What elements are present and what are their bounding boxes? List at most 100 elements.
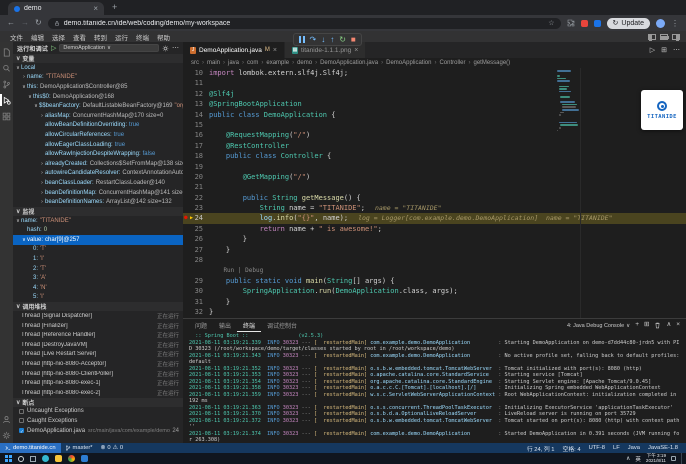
panel-tab[interactable]: 输出 [213, 319, 237, 332]
gutter[interactable]: 12 [183, 89, 209, 99]
code-line[interactable]: 25 return name + " is awesome!"; [183, 224, 686, 234]
problems-item[interactable]: ⊗ 0 ⚠ 0 [97, 445, 128, 451]
code-line[interactable]: 14public class DemoApplication { [183, 110, 686, 120]
breakpoint-checkbox[interactable] [19, 409, 24, 414]
ime-indicator[interactable]: 英 [635, 455, 641, 463]
notification-center-icon[interactable] [671, 456, 676, 461]
code-line[interactable]: 17 @RestController [183, 141, 686, 151]
variable-row[interactable]: allowBeanDefinitionOverriding:true [13, 121, 183, 131]
menu-item[interactable]: 转到 [90, 35, 111, 42]
breadcrumb-item[interactable]: main [207, 60, 220, 66]
variable-row[interactable]: hash:0 [13, 226, 183, 236]
code-line[interactable]: 23 String name = "TITANIDE";name = "TITA… [183, 203, 686, 213]
chrome-icon[interactable] [68, 455, 75, 462]
breakpoint-checkbox[interactable] [19, 418, 24, 423]
back-icon[interactable]: ← [7, 19, 15, 27]
gutter[interactable]: 21 [183, 182, 209, 192]
gutter[interactable]: 17 [183, 141, 209, 151]
tray-chevron-up-icon[interactable]: ∧ [626, 455, 630, 462]
breadcrumb-item[interactable]: getMessage() [473, 60, 510, 66]
code-line[interactable]: 32} [183, 307, 686, 317]
status-bar-item[interactable]: LF [609, 445, 624, 451]
gutter[interactable]: 32 [183, 307, 209, 317]
code-line[interactable]: 13@SpringBootApplication [183, 99, 686, 109]
code-line[interactable]: 31 } [183, 297, 686, 307]
menu-item[interactable]: 选择 [48, 35, 69, 42]
thread-row[interactable]: Thread [http-nio-8080-ClientPoller]正在运行 [13, 369, 183, 379]
code-line[interactable]: 10import lombok.extern.slf4j.Slf4j; [183, 68, 686, 78]
tab-close-icon[interactable]: × [354, 47, 358, 54]
editor-tab[interactable]: JDemoApplication.javaM× [183, 42, 285, 58]
thread-row[interactable]: Thread [Live Restart Server]正在运行 [13, 350, 183, 360]
code-line[interactable]: 16 @RequestMapping("/") [183, 130, 686, 140]
gutter[interactable]: 16 [183, 130, 209, 140]
git-branch-item[interactable]: master* [61, 445, 97, 451]
reload-icon[interactable]: ↻ [35, 19, 42, 27]
code-line[interactable]: 12@Slf4j [183, 89, 686, 99]
code-line[interactable]: 15 [183, 120, 686, 130]
task-view-icon[interactable] [30, 456, 36, 462]
breadcrumb-item[interactable]: src [191, 60, 199, 66]
gutter[interactable]: 23 [183, 203, 209, 213]
gutter[interactable]: 13 [183, 99, 209, 109]
breadcrumb[interactable]: src›main›java›com›example›demo›DemoAppli… [183, 58, 686, 68]
step-out-icon[interactable]: ↑ [330, 36, 334, 44]
code-line[interactable]: 18 public class Controller { [183, 151, 686, 161]
toggle-panel-icon[interactable] [660, 34, 668, 40]
variable-row[interactable]: ›beanClassLoader:RestartClassLoader@140 [13, 178, 183, 188]
gutter[interactable]: 26 [183, 234, 209, 244]
breakpoint-dot-icon[interactable]: ● [184, 213, 188, 223]
browser-update-button[interactable]: ↻ Update [607, 18, 650, 29]
code-line[interactable]: 27 } [183, 245, 686, 255]
code-line[interactable]: 11 [183, 78, 686, 88]
browser-menu-icon[interactable]: ⋮ [671, 19, 679, 28]
section-header[interactable]: ∨调用堆栈 [13, 302, 183, 311]
file-explorer-icon[interactable] [55, 455, 62, 462]
address-bar[interactable]: demo.titanide.cn/ide/web/coding/demo/my-… [48, 18, 561, 29]
extension-icon[interactable] [594, 20, 601, 27]
minimap[interactable] [557, 70, 577, 132]
variable-row[interactable]: 1:'I' [13, 254, 183, 264]
variable-row[interactable]: allowEagerClassLoading:true [13, 140, 183, 150]
forward-icon[interactable]: → [21, 19, 29, 27]
debug-config-dropdown[interactable]: DemoApplication ∨ [59, 44, 159, 52]
bookmark-star-icon[interactable]: ☆ [548, 19, 554, 27]
gutter[interactable]: 14 [183, 110, 209, 120]
account-icon[interactable] [0, 411, 13, 427]
extension-icon[interactable] [581, 20, 588, 27]
kill-terminal-trash-icon[interactable] [654, 322, 661, 329]
code-line[interactable]: 28 [183, 255, 686, 265]
menu-item[interactable]: 查看 [69, 35, 90, 42]
code-line[interactable]: ●▶24 log.info("{}", name);log = Logger[c… [183, 213, 686, 223]
panel-tab[interactable]: 终端 [237, 319, 261, 332]
code-line[interactable]: Run | Debug [183, 265, 686, 275]
gutter[interactable]: ●▶24 [183, 213, 209, 223]
code-line[interactable]: 30 SpringApplication.run(DemoApplication… [183, 286, 686, 296]
variable-row[interactable]: ›aliasMap:ConcurrentHashMap@170 size=0 [13, 111, 183, 121]
gutter[interactable]: 25 [183, 224, 209, 234]
maximize-panel-icon[interactable]: ∧ [666, 322, 671, 329]
breadcrumb-item[interactable]: example [266, 60, 289, 66]
status-bar-item[interactable]: UTF-8 [585, 445, 609, 451]
profile-avatar[interactable] [656, 19, 665, 28]
thread-row[interactable]: Thread [http-nio-8080-Acceptor]正在运行 [13, 359, 183, 369]
variable-row[interactable]: ∨this:DemoApplication$Controller@85 [13, 82, 183, 92]
variable-row[interactable]: ∨this$0:DemoApplication@168 [13, 92, 183, 102]
menu-item[interactable]: 编辑 [27, 35, 48, 42]
section-header[interactable]: ∨变量 [13, 54, 183, 63]
menu-item[interactable]: 帮助 [153, 35, 174, 42]
gear-icon[interactable] [162, 45, 169, 52]
editor-group-divider[interactable] [580, 68, 581, 318]
show-desktop-sliver[interactable] [681, 453, 683, 464]
taskbar-clock[interactable]: 下午 3:19 2021/8/11 [646, 454, 666, 464]
code-line[interactable]: 29 public static void main(String[] args… [183, 276, 686, 286]
menu-item[interactable]: 文件 [6, 35, 27, 42]
restart-icon[interactable]: ↻ [339, 36, 346, 44]
gutter[interactable]: 20 [183, 172, 209, 182]
vscode-icon[interactable] [81, 455, 88, 462]
remote-indicator[interactable]: demo.titanide.cn [0, 443, 61, 453]
settings-gear-icon[interactable] [0, 427, 13, 443]
start-button-icon[interactable] [5, 455, 12, 462]
variable-row[interactable]: ›alreadyCreated:Collections$SetFromMap@1… [13, 159, 183, 169]
thread-row[interactable]: Thread [Reference Handler]正在运行 [13, 330, 183, 340]
